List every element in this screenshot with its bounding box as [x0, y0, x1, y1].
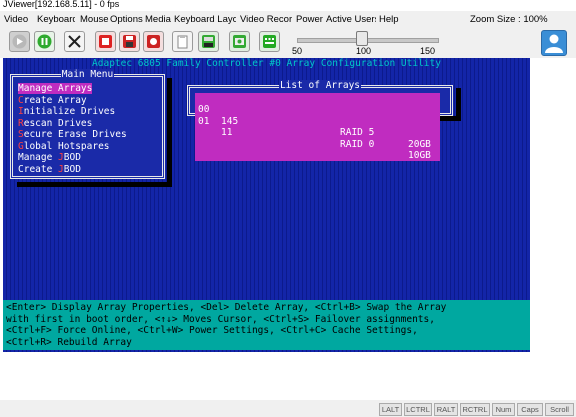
zoom-tick-100: 100	[356, 46, 372, 56]
menu-bar: Video Keyboard Mouse Options Media Keybo…	[0, 11, 576, 28]
zoom-slider-track[interactable]	[297, 38, 439, 43]
num-lock-indicator[interactable]: Num	[492, 403, 515, 416]
menu-keyboard[interactable]: Keyboard	[37, 14, 75, 25]
save-button[interactable]	[119, 31, 140, 52]
window-titlebar: JViewer[192.168.5.11] - 0 fps	[0, 0, 576, 11]
menu-item-rescan-drives[interactable]: Rescan Drives	[18, 118, 92, 129]
menu-item-secure-erase-drives[interactable]: Secure Erase Drives	[18, 129, 127, 140]
arrays-shadow-side	[456, 88, 461, 121]
cd-media-button[interactable]	[229, 31, 250, 52]
keyboard-button[interactable]	[259, 31, 280, 52]
menu-item-manage-arrays[interactable]: Manage Arrays	[18, 83, 93, 95]
ralt-indicator[interactable]: RALT	[434, 403, 458, 416]
menu-item-manage-jbod[interactable]: Manage JBOD	[18, 152, 81, 163]
fullscreen-button[interactable]	[64, 31, 85, 52]
menu-mouse[interactable]: Mouse	[80, 14, 109, 25]
status-bar: LALT LCTRL RALT RCTRL Num Caps Scroll	[0, 400, 576, 417]
keyboard-icon	[263, 35, 276, 48]
zoom-size-label: Zoom Size : 100%	[470, 14, 548, 25]
floppy-media-icon	[202, 35, 215, 48]
lalt-indicator[interactable]: LALT	[379, 403, 402, 416]
help-line: <Enter> Display Array Properties, <Del> …	[6, 302, 447, 313]
toolbar	[0, 28, 576, 58]
menu-video-record[interactable]: Video Record	[240, 14, 292, 25]
array-name: 11	[221, 127, 233, 139]
array-size: 10GB	[408, 150, 431, 162]
array-raid-level: RAID 0	[340, 138, 375, 150]
stop-record-button[interactable]	[95, 31, 116, 52]
pause-button[interactable]	[34, 31, 55, 52]
menu-options[interactable]: Options	[110, 14, 143, 25]
user-icon	[545, 34, 563, 53]
cd-media-icon	[233, 35, 246, 48]
lctrl-indicator[interactable]: LCTRL	[404, 403, 432, 416]
caps-lock-indicator[interactable]: Caps	[517, 403, 543, 416]
menu-item-initialize-drives[interactable]: Initialize Drives	[18, 106, 115, 117]
play-icon	[12, 34, 27, 49]
menu-item-global-hotspares[interactable]: Global Hotspares	[18, 141, 110, 152]
clipboard-button[interactable]	[172, 31, 193, 52]
floppy-media-button[interactable]	[198, 31, 219, 52]
menu-video[interactable]: Video	[4, 14, 28, 25]
main-menu-title: Main Menu	[60, 69, 115, 80]
menu-active-users[interactable]: Active Users	[326, 14, 376, 25]
zoom-tick-150: 150	[420, 46, 436, 56]
list-of-arrays-box: List of Arrays 00 145 RAID 5 20GB 01 11 …	[187, 80, 453, 162]
clipboard-icon	[177, 35, 188, 49]
user-button[interactable]	[541, 30, 567, 56]
fullscreen-icon	[68, 35, 81, 48]
scroll-lock-indicator[interactable]: Scroll	[545, 403, 574, 416]
menu-help[interactable]: Help	[379, 14, 399, 25]
menu-shadow	[17, 182, 171, 187]
utility-title: Adaptec 6805 Family Controller #0 Array …	[92, 58, 441, 69]
window-title: JViewer[192.168.5.11] - 0 fps	[3, 0, 120, 9]
pause-icon	[37, 34, 52, 49]
record-icon	[147, 35, 160, 48]
play-button[interactable]	[9, 31, 30, 52]
list-of-arrays-title: List of Arrays	[278, 80, 362, 91]
stop-record-icon	[99, 35, 112, 48]
array-row[interactable]: 01 11 RAID 0 10GB	[195, 105, 440, 173]
zoom-tick-50: 50	[292, 46, 303, 56]
menu-keyboard-layout[interactable]: Keyboard Layout	[174, 14, 236, 25]
menu-item-create-jbod[interactable]: Create JBOD	[18, 164, 81, 175]
record-button[interactable]	[143, 31, 164, 52]
menu-media[interactable]: Media	[145, 14, 171, 25]
main-menu-box: Main Menu Manage Arrays Create Array Ini…	[10, 69, 165, 179]
menu-item-create-array[interactable]: Create Array	[18, 95, 87, 106]
help-line: <Ctrl+R> Rebuild Array	[6, 336, 132, 348]
help-line: with first in boot order, <↑↓> Moves Cur…	[6, 313, 435, 325]
help-line: <Ctrl+F> Force Online, <Ctrl+W> Power Se…	[6, 325, 418, 336]
menu-shadow-side	[167, 78, 172, 187]
menu-power[interactable]: Power	[296, 14, 323, 25]
help-bar: <Enter> Display Array Properties, <Del> …	[3, 300, 530, 350]
save-icon	[123, 35, 136, 48]
zoom-slider-thumb[interactable]	[356, 31, 368, 46]
rctrl-indicator[interactable]: RCTRL	[460, 403, 490, 416]
array-id: 01	[198, 115, 210, 127]
